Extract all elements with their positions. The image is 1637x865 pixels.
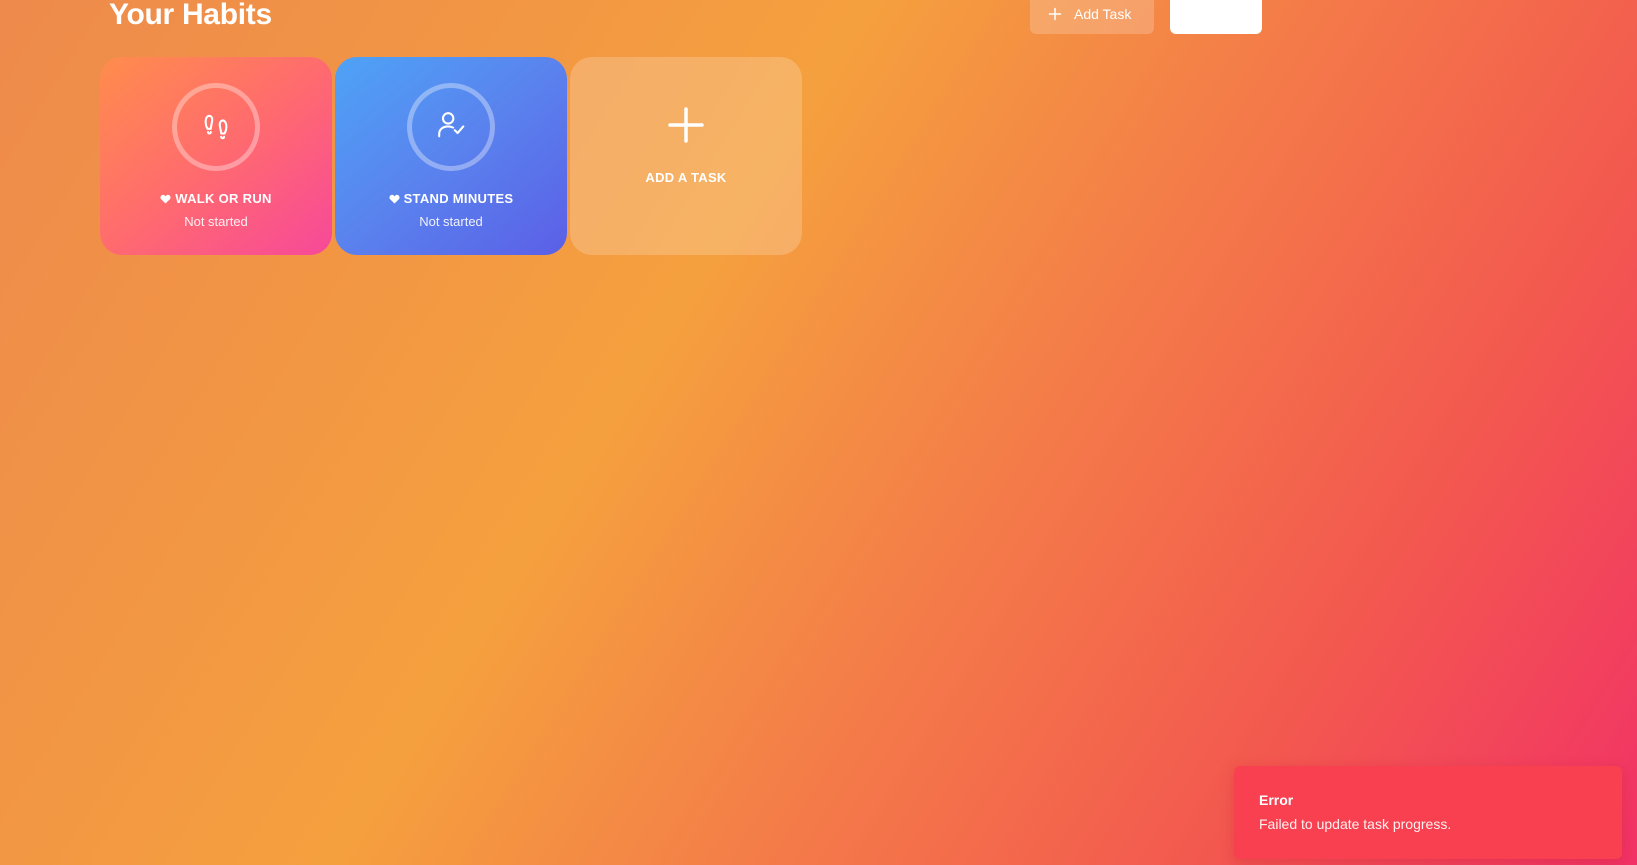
add-task-label: Add Task: [1074, 6, 1132, 22]
habit-title: WALK OR RUN: [175, 191, 272, 206]
add-task-card[interactable]: ADD A TASK: [570, 57, 802, 255]
heart-icon: [160, 194, 171, 204]
habit-status: Not started: [419, 214, 483, 229]
footprints-icon: [199, 108, 233, 147]
page-title: Your Habits: [109, 0, 272, 31]
habit-card-walk-or-run[interactable]: WALK OR RUN Not started: [100, 57, 332, 255]
add-task-button[interactable]: Add Task: [1030, 0, 1154, 34]
user-check-icon: [434, 108, 468, 147]
toast-title: Error: [1259, 792, 1294, 808]
habit-cards: WALK OR RUN Not started STAND MINUTES No…: [100, 57, 802, 255]
secondary-button[interactable]: [1170, 0, 1262, 34]
plus-icon: [668, 107, 704, 143]
plus-icon: [1048, 7, 1062, 21]
habit-title: STAND MINUTES: [403, 191, 514, 206]
heart-icon: [389, 194, 400, 204]
progress-ring: [172, 83, 260, 171]
habit-status: Not started: [184, 214, 248, 229]
habit-card-stand-minutes[interactable]: STAND MINUTES Not started: [335, 57, 567, 255]
toast-message: Failed to update task progress.: [1259, 816, 1452, 832]
error-toast[interactable]: Error Failed to update task progress.: [1234, 766, 1622, 859]
progress-ring: [407, 83, 495, 171]
add-task-card-label: ADD A TASK: [645, 170, 727, 185]
